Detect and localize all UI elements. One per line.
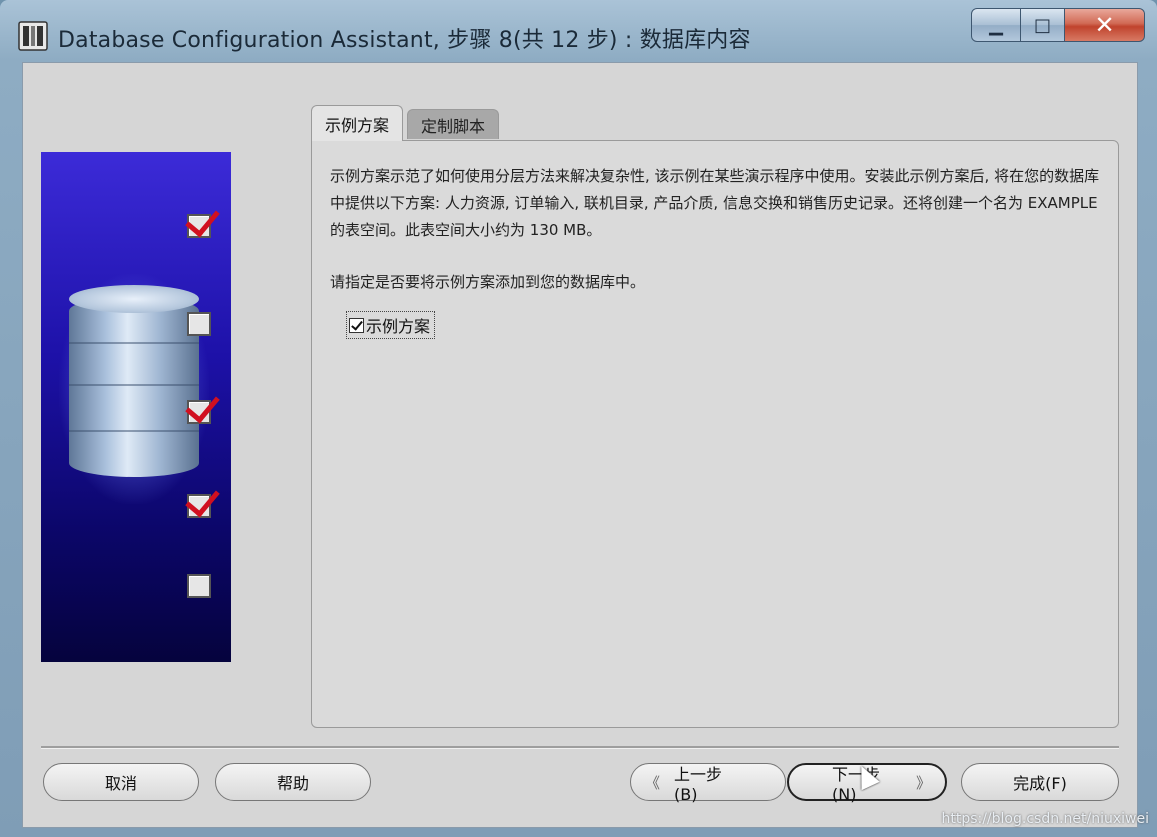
database-cylinder-icon [69, 297, 199, 477]
sample-schema-description: 示例方案示范了如何使用分层方法来解决复杂性, 该示例在某些演示程序中使用。安装此… [330, 167, 1100, 239]
step-indicator-5 [187, 574, 211, 598]
maximize-icon: □ [1033, 14, 1051, 36]
wizard-side-image [41, 152, 231, 662]
close-button[interactable]: ✕ [1065, 8, 1145, 42]
tab-sample-schemas[interactable]: 示例方案 [311, 105, 403, 141]
tab-panel: 示例方案示范了如何使用分层方法来解决复杂性, 该示例在某些演示程序中使用。安装此… [311, 140, 1119, 728]
checkbox-checked-icon[interactable] [349, 317, 364, 333]
maximize-button[interactable]: □ [1021, 8, 1065, 42]
cylinder-band [69, 342, 199, 344]
help-button[interactable]: 帮助 [215, 763, 371, 801]
database-cylinder-top [69, 285, 199, 313]
minimize-icon: ▁ [989, 14, 1003, 36]
watermark-text: https://blog.csdn.net/niuxiwei [941, 811, 1149, 827]
step-indicator-1 [185, 201, 220, 238]
step-indicator-3 [185, 387, 220, 424]
back-button-label: 上一步(B) [674, 764, 723, 804]
minimize-button[interactable]: ▁ [971, 8, 1021, 42]
tab-custom-scripts[interactable]: 定制脚本 [407, 109, 499, 139]
sample-schema-checkbox-label: 示例方案 [366, 317, 431, 336]
database-app-icon [18, 21, 48, 51]
close-icon: ✕ [1094, 11, 1115, 39]
window-title: Database Configuration Assistant, 步骤 8(共… [58, 28, 751, 53]
cancel-button[interactable]: 取消 [43, 763, 199, 801]
dbca-window: Database Configuration Assistant, 步骤 8(共… [0, 0, 1157, 837]
sample-schema-checkbox[interactable]: 示例方案 [346, 311, 436, 339]
window-controls: ▁ □ ✕ [971, 8, 1145, 42]
step-indicator-4 [185, 481, 220, 518]
cylinder-band [69, 430, 199, 432]
finish-button[interactable]: 完成(F) [961, 763, 1119, 801]
back-button[interactable]: 《 上一步(B) 》 [630, 763, 786, 804]
dialog-client-area: 示例方案 定制脚本 示例方案示范了如何使用分层方法来解决复杂性, 该示例在某些演… [22, 62, 1138, 828]
red-check-icon [185, 201, 220, 238]
title-bar[interactable]: Database Configuration Assistant, 步骤 8(共… [0, 0, 1157, 62]
back-arrow-icon: 《 [645, 773, 661, 792]
cylinder-band [69, 384, 199, 386]
step-indicator-2 [187, 312, 211, 336]
sample-schema-prompt: 请指定是否要将示例方案添加到您的数据库中。 [330, 273, 646, 291]
next-arrow-icon: 》 [915, 773, 931, 792]
footer-divider [41, 746, 1119, 749]
